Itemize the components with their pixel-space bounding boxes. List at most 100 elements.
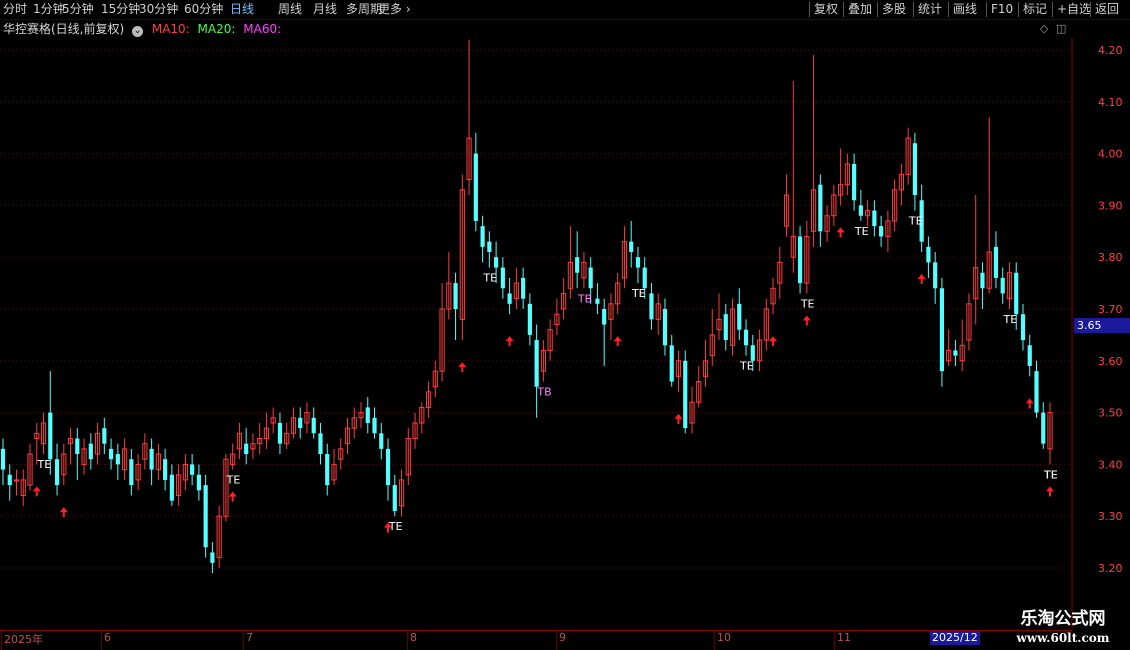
te-signal-label: TE [800, 297, 815, 310]
date-tick [834, 630, 835, 650]
candle-body-down [311, 417, 316, 434]
candle-body-down [953, 350, 958, 356]
candle-body-down [939, 288, 945, 372]
toolbar-button-6[interactable]: 标记 [1023, 1, 1047, 18]
ma20-label: MA20: [197, 22, 236, 36]
te-signal-label: TE [1002, 313, 1017, 326]
candle-body-down [480, 226, 485, 247]
candle-body-down [500, 267, 505, 289]
candle-body-down [487, 241, 492, 253]
current-price-tag: 3.65 [1074, 318, 1130, 333]
period-tab-3[interactable]: 15分钟 [101, 1, 140, 18]
date-tick-label: 6 [104, 631, 111, 644]
toolbar-separator [986, 2, 987, 17]
date-axis: 2025/12 2025年 6 7 8 9 10 11 [0, 630, 1072, 650]
period-tab-8[interactable]: 月线 [313, 1, 337, 18]
toolbar-button-8[interactable]: 返回 [1095, 1, 1119, 18]
candle-body-down [737, 303, 742, 330]
te-signal-label: TE [388, 520, 403, 533]
period-tab-10[interactable]: 更多 › [378, 1, 411, 18]
candle-body-down [534, 340, 539, 387]
period-tab-6[interactable]: 日线 [230, 1, 254, 18]
candle-body-down [980, 272, 985, 289]
toolbar-button-2[interactable]: 多股 [882, 1, 906, 18]
buy-arrow-icon [505, 336, 514, 347]
candle-body-down [318, 433, 323, 455]
buy-arrow-icon [228, 491, 237, 502]
candle-body-down [669, 345, 674, 382]
candle-body-down [588, 267, 593, 289]
candle-body-down [743, 329, 749, 346]
buy-arrow-icon [613, 336, 622, 347]
candle-body-down [196, 474, 201, 491]
ma10-label: MA10: [151, 22, 190, 36]
panel-toggle-icon[interactable]: ◫ [1056, 22, 1066, 35]
candle-body-down [379, 433, 384, 449]
period-tab-2[interactable]: 5分钟 [62, 1, 94, 18]
toolbar-separator [843, 2, 844, 17]
price-tick-label: 4.20 [1098, 44, 1123, 57]
candle-body-down [54, 459, 60, 486]
tb-signal-label: TB [577, 292, 592, 305]
te-signal-label: TE [1043, 468, 1058, 481]
price-tick-label: 3.90 [1098, 199, 1123, 212]
toolbar-button-3[interactable]: 统计 [918, 1, 942, 18]
candle-body-down [244, 443, 249, 455]
price-tick-label: 4.10 [1098, 96, 1123, 109]
toolbar-separator [1090, 2, 1091, 17]
watermark-url: www.60lt.com [1016, 631, 1110, 645]
candle-body-down [0, 448, 6, 470]
current-date-highlight: 2025/12 [930, 631, 980, 645]
te-signal-label: TE [908, 215, 923, 228]
toolbar-button-4[interactable]: 画线 [953, 1, 977, 18]
candle-body-down [325, 454, 330, 486]
candle-body-down [115, 454, 120, 465]
period-tab-1[interactable]: 1分钟 [33, 1, 65, 18]
buy-arrow-icon [32, 486, 41, 497]
candle-body-down [190, 464, 195, 475]
tb-signal-label: TB [536, 386, 551, 399]
date-tick-label: 10 [717, 631, 731, 644]
diamond-icon[interactable]: ◇ [1040, 22, 1048, 35]
toolbar-separator [948, 2, 949, 17]
date-tick-label: 2025年 [4, 633, 43, 646]
te-signal-label: TE [854, 225, 869, 238]
date-tick-label: 7 [246, 631, 253, 644]
candle-body-down [662, 309, 668, 346]
candle-body-down [521, 277, 526, 299]
candle-body-down [912, 143, 917, 196]
period-tab-9[interactable]: 多周期 [346, 1, 382, 18]
price-tick-label: 3.50 [1098, 407, 1123, 420]
buy-arrow-icon [458, 362, 467, 373]
period-tab-0[interactable]: 分时 [3, 1, 27, 18]
toolbar-button-1[interactable]: 叠加 [848, 1, 872, 18]
period-tab-7[interactable]: 周线 [278, 1, 302, 18]
te-signal-label: TE [226, 474, 241, 487]
period-tab-5[interactable]: 60分钟 [184, 1, 223, 18]
candle-body-down [926, 246, 931, 263]
toolbar-separator [1018, 2, 1019, 17]
period-toolbar: 分时 1分钟 5分钟 15分钟 30分钟 60分钟 日线 周线 月线 多周期 更多 › 复权 叠加 多股统… [0, 0, 1130, 20]
candle-body-down [102, 428, 107, 444]
price-tick-label: 3.40 [1098, 458, 1123, 471]
stock-title: 华控赛格(日线,前复权) [3, 22, 125, 36]
chevron-down-icon[interactable]: ⌄ [132, 25, 144, 37]
price-tick-label: 3.70 [1098, 303, 1123, 316]
date-axis-border [0, 630, 1072, 631]
toolbar-button-5[interactable]: F10 [991, 1, 1013, 18]
period-tab-4[interactable]: 30分钟 [139, 1, 178, 18]
buy-arrow-icon [1025, 398, 1034, 409]
candle-body-down [797, 236, 803, 284]
price-tick-label: 3.60 [1098, 355, 1123, 368]
candle-body-down [372, 417, 377, 434]
candle-body-up [13, 479, 20, 482]
toolbar-button-0[interactable]: 复权 [814, 1, 838, 18]
candle-body-down [750, 345, 755, 361]
price-tick-label: 3.80 [1098, 251, 1123, 264]
candle-body-down [1034, 371, 1039, 413]
candle-body-down [649, 293, 654, 320]
toolbar-button-7[interactable]: +自选 [1057, 1, 1091, 18]
candle-body-down [210, 552, 215, 563]
candle-body-down [818, 184, 823, 232]
te-signal-label: TE [37, 458, 52, 471]
